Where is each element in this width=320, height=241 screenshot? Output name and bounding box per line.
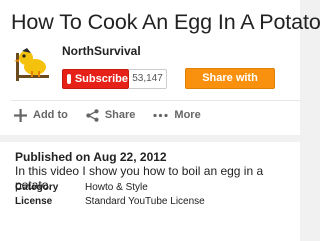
channel-avatar[interactable] xyxy=(13,45,53,85)
plus-icon xyxy=(14,108,27,122)
subscribe-label: Subscribe xyxy=(74,73,128,85)
meta-value: Standard YouTube License xyxy=(85,196,205,207)
youtube-logo-icon xyxy=(67,74,76,84)
video-info-card: How To Cook An Egg In A Potato. NorthSur… xyxy=(0,0,320,135)
subscribe-button[interactable]: Subscribe xyxy=(62,69,129,89)
add-to-label: Add to xyxy=(33,109,68,121)
share-button[interactable]: Share xyxy=(86,108,136,122)
video-title: How To Cook An Egg In A Potato. xyxy=(11,10,320,34)
meta-row-category: Category Howto & Style xyxy=(15,182,148,193)
published-date: Published on Aug 22, 2012 xyxy=(15,150,167,164)
more-dots-icon xyxy=(153,113,169,117)
action-bar: Add to Share More xyxy=(14,107,219,123)
meta-value[interactable]: Howto & Style xyxy=(85,182,148,193)
divider xyxy=(11,100,300,101)
share-label: Share xyxy=(104,109,136,121)
duck-cartoon-icon xyxy=(13,45,53,85)
meta-row-license: License Standard YouTube License xyxy=(15,196,205,207)
subscriber-count: 53,147 xyxy=(129,69,167,89)
more-button[interactable]: More xyxy=(153,109,201,121)
meta-key: Category xyxy=(15,182,59,193)
meta-key: License xyxy=(15,196,53,207)
share-icon xyxy=(86,108,99,122)
add-to-button[interactable]: Add to xyxy=(14,108,68,122)
share-with-hootlet-button[interactable]: Share with Hootlet xyxy=(185,68,275,103)
more-label: More xyxy=(174,109,201,121)
channel-name-link[interactable]: NorthSurvival xyxy=(62,44,141,58)
